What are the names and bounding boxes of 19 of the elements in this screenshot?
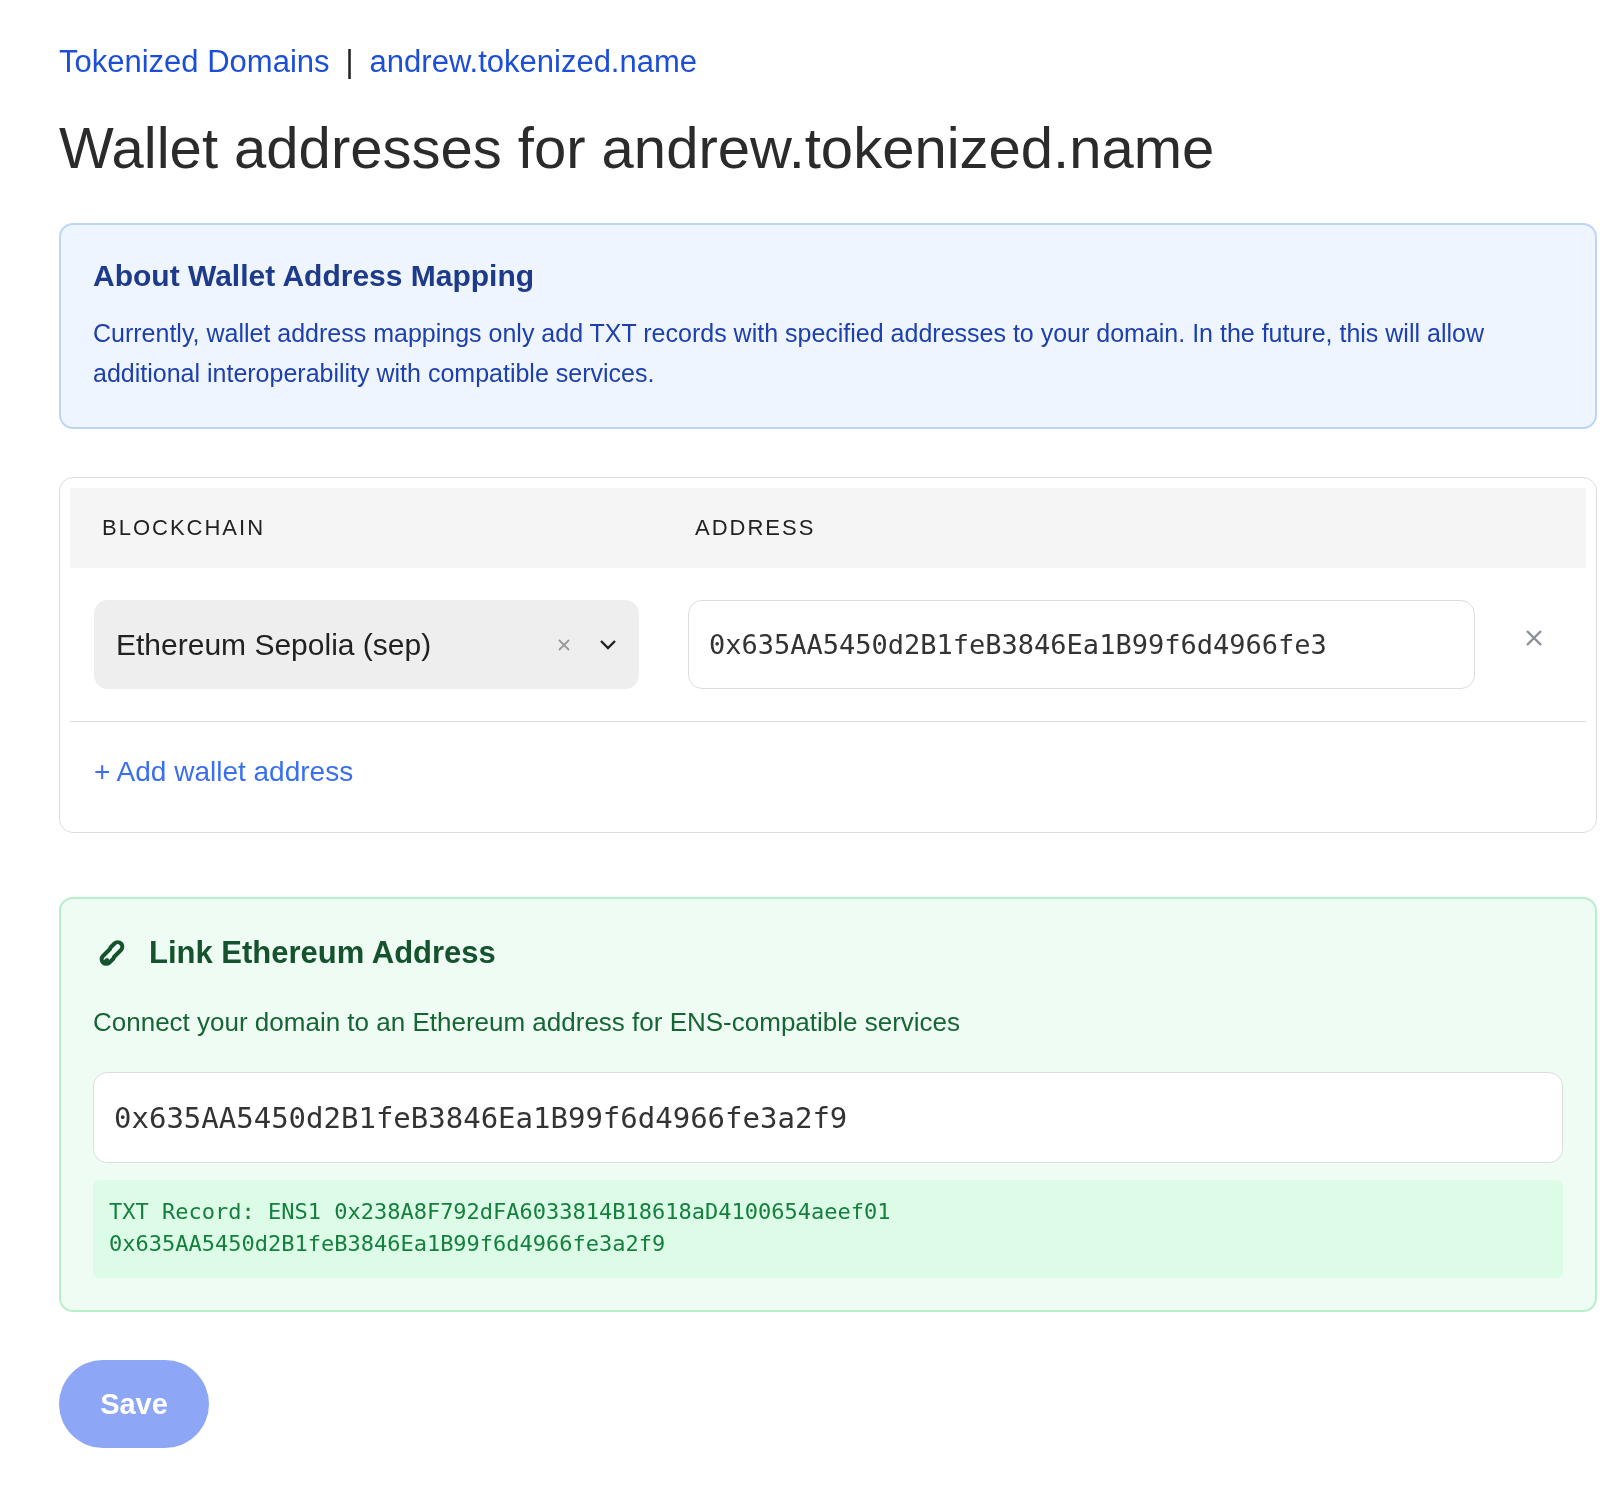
info-text: Currently, wallet address mappings only add TXT records with specified addresses to your domain. In the future, this will allow additional interoperability with compatible services. — [93, 318, 1485, 389]
link-title: Link Ethereum Address — [149, 935, 496, 971]
page-title: Wallet addresses for andrew.tokenized.name — [59, 114, 1216, 181]
link-description: Connect your domain to an Ethereum address for ENS-compatible services — [93, 1007, 962, 1038]
info-title: About Wallet Address Mapping — [93, 259, 536, 293]
column-header: BLOCKCHAIN — [102, 515, 267, 541]
clear-icon[interactable] — [557, 637, 571, 652]
txt-record-line: 0x635AA5450d2B1feB3846Ea1B99f6d4966fe3a2f9 — [109, 1230, 667, 1258]
breadcrumb-link[interactable]: andrew.tokenized.name — [369, 44, 698, 80]
add-wallet-link[interactable]: + Add wallet address — [94, 756, 354, 787]
breadcrumb-link[interactable]: Tokenized Domains — [59, 44, 330, 80]
txt-record-line: TXT Record: ENS1 0x238A8F792dFA6033814B18618aD4100654aeef01 — [109, 1198, 892, 1226]
column-header: ADDRESS — [695, 515, 816, 541]
blockchain-select[interactable]: Ethereum Sepolia (sep) — [94, 600, 639, 689]
ethereum-address-field[interactable]: 0x635AA5450d2B1feB3846Ea1B99f6d4966fe3a2f9 — [93, 1072, 1563, 1163]
chevron-down-icon[interactable] — [599, 639, 617, 650]
remove-icon[interactable] — [1524, 627, 1544, 648]
address-field[interactable]: 0x635AA5450d2B1feB3846Ea1B99f6d4966fe3 — [688, 600, 1475, 689]
breadcrumb-separator: | — [345, 44, 354, 80]
